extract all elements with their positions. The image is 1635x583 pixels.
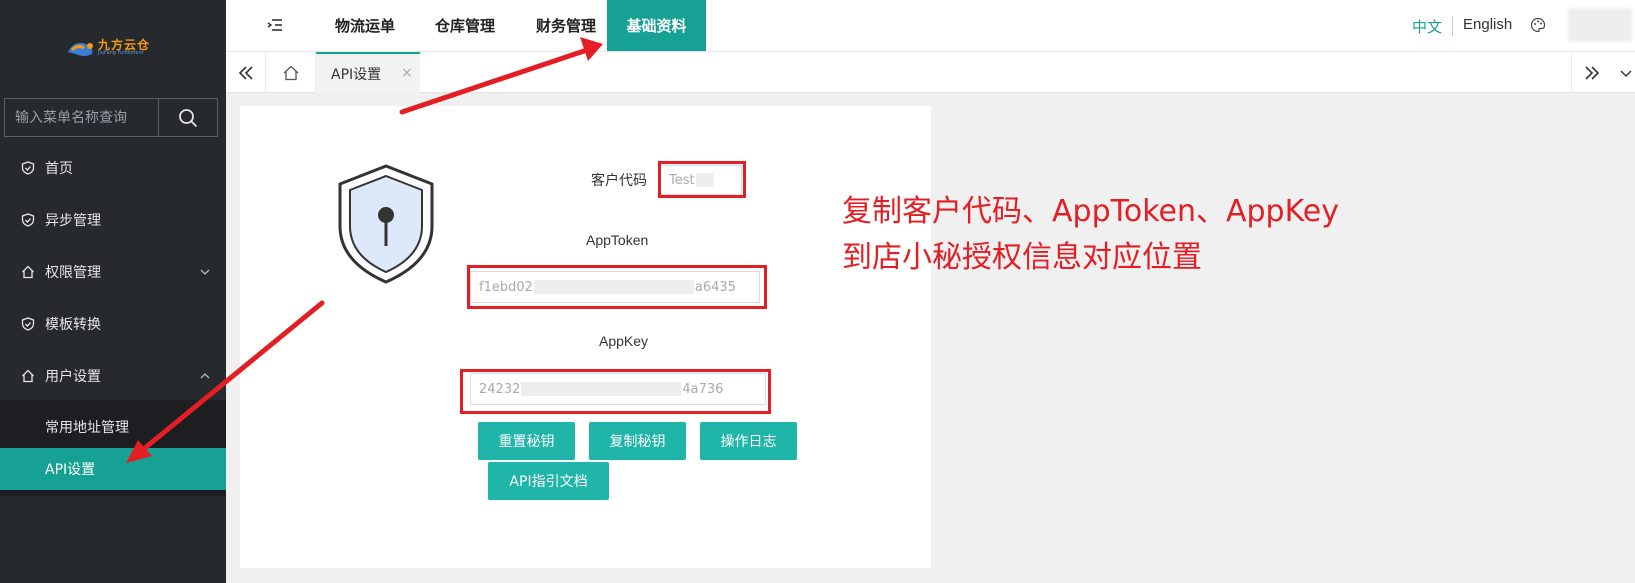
logo-icon bbox=[68, 43, 93, 56]
sidebar-item-template[interactable]: 模板转换 bbox=[0, 301, 226, 347]
nav-logistics[interactable]: 物流运单 bbox=[324, 0, 406, 51]
sidebar-item-permissions[interactable]: 权限管理 bbox=[0, 249, 226, 295]
copy-secret-button[interactable]: 复制秘钥 bbox=[589, 422, 686, 460]
palette-icon[interactable] bbox=[1530, 17, 1546, 33]
close-icon[interactable]: × bbox=[401, 65, 413, 81]
logo: 九方云仓 JiuFang Fulfillment bbox=[64, 34, 154, 60]
operation-log-button[interactable]: 操作日志 bbox=[700, 422, 797, 460]
customer-code-label: 客户代码 bbox=[591, 172, 647, 188]
sidebar: 九方云仓 JiuFang Fulfillment 首页 异步管理 权限管理 bbox=[0, 0, 226, 583]
reset-secret-button[interactable]: 重置秘钥 bbox=[478, 422, 575, 460]
highlight-box bbox=[460, 369, 771, 414]
tab-home[interactable] bbox=[266, 52, 316, 93]
sidebar-item-user-settings[interactable]: 用户设置 bbox=[0, 353, 226, 399]
sidebar-item-label: 用户设置 bbox=[45, 369, 101, 385]
lang-chinese[interactable]: 中文 bbox=[1412, 16, 1442, 37]
chevron-up-icon bbox=[198, 369, 212, 383]
double-chevron-left-icon bbox=[238, 65, 253, 80]
nav-warehouse[interactable]: 仓库管理 bbox=[422, 0, 508, 51]
menu-search-input[interactable] bbox=[5, 99, 159, 136]
menu-toggle-icon[interactable] bbox=[266, 16, 284, 34]
submenu-item-label: API设置 bbox=[45, 462, 96, 478]
home-icon bbox=[20, 264, 36, 280]
submenu-item-label: 常用地址管理 bbox=[45, 420, 129, 436]
nav-label: 仓库管理 bbox=[434, 17, 495, 35]
highlight-box bbox=[658, 161, 746, 198]
button-label: 操作日志 bbox=[720, 434, 777, 450]
button-label: 重置秘钥 bbox=[498, 434, 555, 450]
chevron-down-icon bbox=[1620, 70, 1631, 77]
submenu-item-address[interactable]: 常用地址管理 bbox=[0, 406, 226, 448]
api-docs-button[interactable]: API指引文档 bbox=[488, 462, 609, 500]
search-icon bbox=[179, 108, 198, 127]
shield-lock-icon bbox=[338, 164, 434, 284]
highlight-box bbox=[467, 265, 767, 309]
sidebar-item-label: 权限管理 bbox=[45, 265, 101, 281]
home-icon bbox=[283, 65, 298, 80]
appkey-label: AppKey bbox=[599, 333, 649, 349]
shield-check-icon bbox=[20, 316, 36, 332]
lang-divider bbox=[1452, 16, 1453, 36]
logo-subtext: JiuFang Fulfillment bbox=[98, 50, 144, 56]
sidebar-item-label: 模板转换 bbox=[45, 317, 101, 333]
shield-check-icon bbox=[20, 212, 36, 228]
nav-finance[interactable]: 财务管理 bbox=[522, 0, 610, 51]
submenu-item-api-settings[interactable]: API设置 bbox=[0, 448, 226, 490]
tab-scroll-left[interactable] bbox=[226, 52, 266, 93]
user-avatar[interactable] bbox=[1568, 8, 1632, 42]
button-label: API指引文档 bbox=[509, 474, 588, 490]
nav-basic-data[interactable]: 基础资料 bbox=[607, 0, 706, 51]
menu-search-button[interactable] bbox=[159, 99, 217, 136]
sidebar-item-home[interactable]: 首页 bbox=[0, 145, 226, 191]
apptoken-label: AppToken bbox=[586, 232, 649, 248]
tab-scroll-right[interactable] bbox=[1571, 52, 1611, 93]
nav-label: 物流运单 bbox=[334, 17, 395, 35]
nav-label: 基础资料 bbox=[626, 17, 687, 35]
tab-api-settings[interactable]: API设置 × bbox=[316, 52, 420, 93]
annotation-line-1: 复制客户代码、AppToken、AppKey bbox=[842, 194, 1339, 229]
tab-menu-dropdown[interactable] bbox=[1616, 52, 1635, 93]
double-chevron-right-icon bbox=[1584, 65, 1599, 80]
menu-search bbox=[4, 98, 218, 137]
top-nav: 物流运单 仓库管理 财务管理 基础资料 中文 English bbox=[226, 0, 1635, 51]
sidebar-item-label: 首页 bbox=[45, 161, 73, 177]
tab-label: API设置 bbox=[331, 66, 382, 83]
chevron-down-icon bbox=[198, 265, 212, 279]
nav-label: 财务管理 bbox=[535, 17, 596, 35]
lang-english[interactable]: English bbox=[1463, 16, 1512, 33]
sidebar-item-label: 异步管理 bbox=[45, 213, 101, 229]
home-icon bbox=[20, 368, 36, 384]
annotation-line-2: 到店小秘授权信息对应位置 bbox=[842, 240, 1202, 275]
button-label: 复制秘钥 bbox=[609, 434, 666, 450]
tab-bar: API设置 × bbox=[226, 51, 1635, 93]
sidebar-item-async[interactable]: 异步管理 bbox=[0, 197, 226, 243]
shield-check-icon bbox=[20, 160, 36, 176]
